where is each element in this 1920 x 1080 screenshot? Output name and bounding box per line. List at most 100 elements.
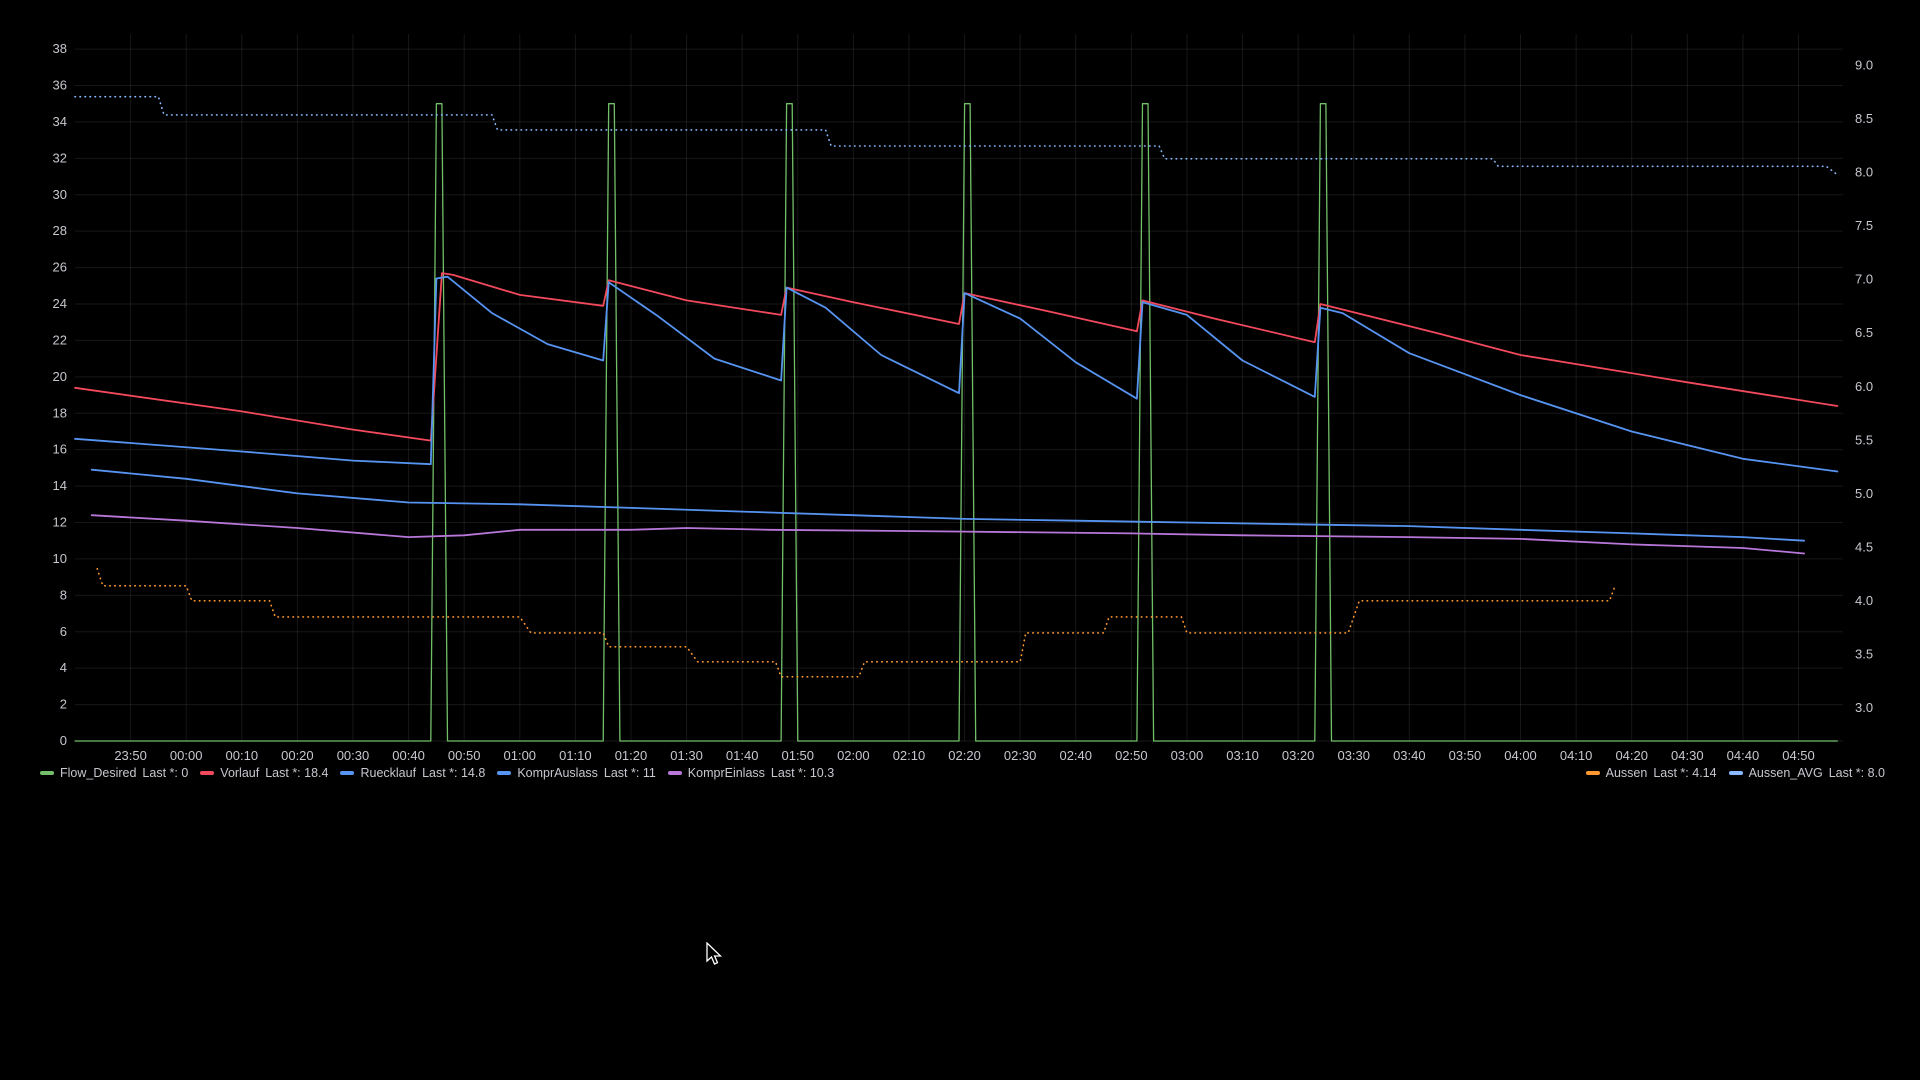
x-tick-label: 01:00 (504, 748, 537, 760)
y-right-tick-label: 3.5 (1855, 646, 1873, 661)
y-right-tick-label: 4.0 (1855, 593, 1873, 608)
y-right-tick-label: 8.0 (1855, 165, 1873, 180)
y-left-tick-label: 18 (53, 405, 67, 420)
x-tick-label: 03:20 (1282, 748, 1315, 760)
legend-left: Flow_Desired Last *: 0 Vorlauf Last *: 1… (40, 766, 834, 780)
x-tick-label: 03:10 (1226, 748, 1259, 760)
x-tick-label: 02:20 (948, 748, 981, 760)
x-tick-label: 00:00 (170, 748, 203, 760)
y-right-tick-label: 6.0 (1855, 379, 1873, 394)
series-line-flow-desired (74, 103, 1839, 742)
legend-swatch (1728, 771, 1743, 775)
y-right-tick-label: 3.0 (1855, 700, 1873, 715)
y-left-tick-label: 10 (53, 551, 67, 566)
right-y-axis: 3.0 3.5 4.0 4.5 5.0 5.5 6.0 6.5 7.0 7.5 8.0 8.5 9.0 (1855, 58, 1873, 715)
y-left-tick-label: 26 (53, 260, 67, 275)
legend-series-name: KomprAuslass (517, 766, 598, 780)
legend-item-flow-desired[interactable]: Flow_Desired Last *: 0 (40, 766, 188, 780)
legend-last-value: Last *: 18.4 (265, 766, 329, 780)
x-axis: 23:50 00:00 00:10 00:20 00:30 00:40 00:50 01:00… (114, 748, 1814, 760)
series-line-kompreinlass (90, 514, 1805, 555)
legend-item-kompr-auslass[interactable]: KomprAuslass Last *: 11 (497, 766, 656, 780)
legend-series-name: Vorlauf (220, 766, 260, 780)
legend-swatch (340, 771, 355, 775)
x-tick-label: 04:10 (1560, 748, 1593, 760)
y-right-tick-label: 4.5 (1855, 539, 1873, 554)
mouse-pointer-icon (706, 942, 723, 965)
x-tick-label: 00:30 (337, 748, 370, 760)
series-line-ruecklauf (74, 275, 1839, 473)
x-tick-label: 02:30 (1004, 748, 1037, 760)
x-tick-label: 01:50 (781, 748, 814, 760)
legend-swatch (1585, 771, 1600, 775)
series-line-vorlauf (74, 272, 1839, 442)
y-left-tick-label: 30 (53, 187, 67, 202)
x-tick-label: 01:10 (559, 748, 592, 760)
y-right-tick-label: 5.5 (1855, 432, 1873, 447)
y-left-tick-label: 6 (60, 624, 67, 639)
x-tick-label: 02:00 (837, 748, 870, 760)
y-left-tick-label: 14 (53, 478, 67, 493)
y-left-tick-label: 8 (60, 587, 67, 602)
legend-swatch (497, 771, 512, 775)
y-left-tick-label: 38 (53, 41, 67, 56)
y-right-tick-label: 7.0 (1855, 272, 1873, 287)
x-tick-label: 02:40 (1059, 748, 1092, 760)
legend-item-ruecklauf[interactable]: Ruecklauf Last *: 14.8 (340, 766, 485, 780)
y-left-tick-label: 4 (60, 660, 67, 675)
y-left-tick-label: 2 (60, 697, 67, 712)
y-right-tick-label: 7.5 (1855, 218, 1873, 233)
x-tick-label: 03:40 (1393, 748, 1426, 760)
series-line-aussen-avg (74, 95, 1839, 176)
legend-item-kompr-einlass[interactable]: KomprEinlass Last *: 10.3 (667, 766, 835, 780)
x-tick-label: 04:30 (1671, 748, 1704, 760)
x-tick-label: 23:50 (114, 748, 147, 760)
series-layer (74, 95, 1839, 742)
x-tick-label: 00:20 (281, 748, 314, 760)
y-right-tick-label: 6.5 (1855, 325, 1873, 340)
y-right-tick-label: 9.0 (1855, 58, 1873, 73)
legend-item-vorlauf[interactable]: Vorlauf Last *: 18.4 (200, 766, 328, 780)
x-tick-label: 04:20 (1615, 748, 1648, 760)
y-left-tick-label: 22 (53, 332, 67, 347)
legend-item-aussen[interactable]: Aussen Last *: 4.14 (1585, 766, 1717, 780)
legend-series-name: Ruecklauf (360, 766, 417, 780)
y-left-tick-label: 36 (53, 78, 67, 93)
legend-last-value: Last *: 14.8 (422, 766, 486, 780)
legend-swatch (40, 771, 54, 775)
y-left-tick-label: 28 (53, 223, 67, 238)
legend-last-value: Last *: 11 (603, 766, 656, 780)
x-tick-label: 04:40 (1727, 748, 1760, 760)
x-tick-label: 03:30 (1337, 748, 1370, 760)
y-left-tick-label: 32 (53, 150, 67, 165)
legend-series-name: Aussen_AVG (1748, 766, 1823, 780)
x-tick-label: 01:30 (670, 748, 703, 760)
legend-series-name: Flow_Desired (60, 766, 137, 780)
y-left-tick-label: 20 (53, 369, 67, 384)
legend-last-value: Last *: 10.3 (770, 766, 835, 780)
time-series-chart[interactable]: 02468101214161820222426283032343638 3.03… (0, 0, 1920, 760)
x-tick-label: 03:00 (1171, 748, 1204, 760)
x-tick-label: 00:40 (392, 748, 425, 760)
legend-series-name: Aussen (1605, 766, 1648, 780)
y-left-tick-label: 24 (53, 296, 67, 311)
y-left-tick-label: 34 (53, 114, 67, 129)
legend-swatch (667, 771, 682, 775)
legend-right: Aussen Last *: 4.14 Aussen_AVG Last *: 8… (1585, 766, 1885, 780)
legend-swatch (200, 771, 215, 775)
left-y-axis: 02468101214161820222426283032343638 (53, 41, 67, 748)
y-left-tick-label: 12 (53, 515, 67, 530)
legend-last-value: Last *: 8.0 (1828, 766, 1885, 780)
x-tick-label: 04:00 (1504, 748, 1537, 760)
x-tick-label: 01:40 (726, 748, 759, 760)
x-tick-label: 00:10 (226, 748, 259, 760)
legend-item-aussen-avg[interactable]: Aussen_AVG Last *: 8.0 (1728, 766, 1885, 780)
x-tick-label: 02:50 (1115, 748, 1148, 760)
series-line-aussen (96, 567, 1616, 678)
x-tick-label: 02:10 (893, 748, 926, 760)
legend-last-value: Last *: 4.14 (1653, 766, 1717, 780)
legend-last-value: Last *: 0 (142, 766, 189, 780)
x-tick-label: 00:50 (448, 748, 481, 760)
legend-series-name: KomprEinlass (687, 766, 765, 780)
x-tick-label: 03:50 (1449, 748, 1482, 760)
